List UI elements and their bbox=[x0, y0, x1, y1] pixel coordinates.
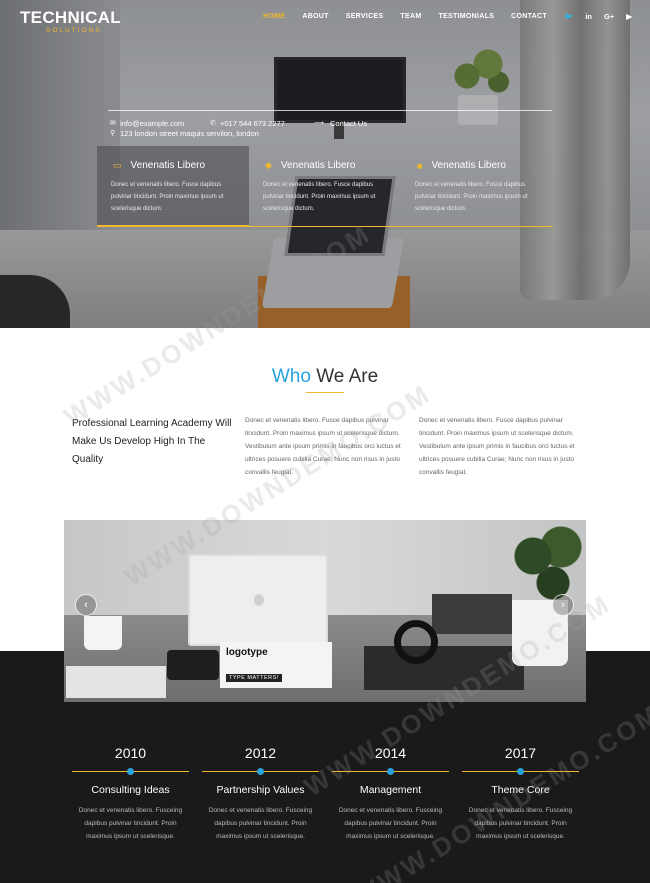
slider-prev-button[interactable]: ‹ bbox=[75, 594, 97, 616]
laptop-icon: ▭ bbox=[113, 160, 122, 170]
title-rest: We Are bbox=[316, 366, 379, 387]
feature-title: Venenatis Libero bbox=[130, 160, 206, 171]
feature-title-row: ■ Venenatis Libero bbox=[417, 160, 553, 171]
timeline-item-1: 2010 Consulting Ideas Donec et venenatis… bbox=[72, 745, 189, 843]
feature-text: Donec et venenatis libero. Fusce dapibus… bbox=[415, 182, 528, 212]
feature-card-2[interactable]: ◆ Venenatis Libero Donec et venenatis li… bbox=[249, 146, 401, 227]
arrow-right-icon: ⟶ bbox=[314, 120, 325, 127]
twitter-icon[interactable]: 🐦 bbox=[564, 12, 573, 21]
section-title-who-we-are: Who We Are bbox=[0, 366, 650, 388]
nav-services[interactable]: SERVICES bbox=[346, 13, 384, 20]
contact-phone-row[interactable]: ✆ +017 544 673 2277 bbox=[210, 118, 285, 128]
about-lead-text: Professional Learning Academy Will Make … bbox=[72, 418, 232, 465]
slide-cup-image bbox=[84, 616, 122, 650]
timeline-year: 2010 bbox=[114, 745, 147, 761]
nav-contact[interactable]: CONTACT bbox=[511, 13, 547, 20]
timeline-text: Donec et venenatis libero. Fusceing dapi… bbox=[468, 807, 573, 840]
timeline-dot bbox=[387, 768, 394, 775]
slide-books-image bbox=[432, 594, 512, 634]
timeline-year: 2012 bbox=[244, 745, 277, 761]
feature-title-row: ◆ Venenatis Libero bbox=[265, 160, 401, 171]
contact-phone[interactable]: +017 544 673 2277 bbox=[220, 119, 285, 128]
google-plus-icon[interactable]: G+ bbox=[604, 12, 614, 21]
timeline-title: Partnership Values bbox=[216, 784, 305, 796]
slide-plant-image bbox=[509, 520, 586, 610]
contact-us-link[interactable]: ⟶ Contact Us bbox=[314, 118, 367, 128]
cube-icon: ■ bbox=[417, 160, 423, 171]
main-nav: HOME ABOUT SERVICES TEAM TESTIMONIALS CO… bbox=[246, 12, 632, 21]
timeline-dot bbox=[127, 768, 134, 775]
diamond-icon: ◆ bbox=[265, 160, 272, 170]
timeline-bar bbox=[202, 768, 319, 775]
image-slider[interactable]: logotype TYPE MATTERS! bbox=[64, 520, 586, 702]
chevron-right-icon: › bbox=[561, 599, 565, 611]
feature-text: Donec et venenatis libero. Fusce dapibus… bbox=[263, 182, 376, 212]
slide-camera-image bbox=[167, 650, 219, 680]
feature-title-row: ▭ Venenatis Libero bbox=[113, 160, 249, 171]
contact-address: 123 london street maquis servilon, londo… bbox=[120, 128, 259, 138]
timeline-text: Donec et venenatis libero. Fusceing dapi… bbox=[208, 807, 313, 840]
contact-divider bbox=[108, 110, 552, 111]
timeline-dot bbox=[517, 768, 524, 775]
feature-title: Venenatis Libero bbox=[431, 160, 506, 171]
book-subtitle: TYPE MATTERS! bbox=[226, 674, 282, 682]
feature-title: Venenatis Libero bbox=[280, 160, 356, 171]
envelope-icon: ✉ bbox=[110, 120, 116, 127]
about-column-2: Donec et venenatis libero. Fusce dapibus… bbox=[419, 417, 575, 476]
logo-tagline: SOLUTIONS bbox=[46, 27, 102, 34]
apple-logo-icon bbox=[254, 594, 264, 606]
timeline-item-4: 2017 Theme Core Donec et venenatis liber… bbox=[462, 745, 579, 843]
timeline-year: 2017 bbox=[504, 745, 537, 761]
timeline-bar bbox=[332, 768, 449, 775]
feature-card-1[interactable]: ▭ Venenatis Libero Donec et venenatis li… bbox=[97, 146, 249, 227]
timeline-item-2: 2012 Partnership Values Donec et venenat… bbox=[202, 745, 319, 843]
feature-card-3[interactable]: ■ Venenatis Libero Donec et venenatis li… bbox=[401, 146, 553, 227]
phone-icon: ✆ bbox=[210, 120, 216, 127]
timeline-text: Donec et venenatis libero. Fusceing dapi… bbox=[78, 807, 183, 840]
slide-desk-mat bbox=[364, 646, 524, 690]
slide-notebook-image bbox=[66, 666, 166, 698]
map-marker-icon: ⚲ bbox=[110, 130, 116, 137]
contact-bar: ✉ info@example.com ⚲ 123 london street m… bbox=[110, 118, 367, 138]
contact-us-label: Contact Us bbox=[330, 118, 368, 128]
timeline-title: Management bbox=[359, 784, 422, 796]
logo-brand-name: TECHNICAL bbox=[20, 8, 121, 27]
title-accent: Who bbox=[271, 366, 311, 387]
title-underline bbox=[306, 392, 344, 393]
timeline-bar bbox=[72, 768, 189, 775]
nav-about[interactable]: ABOUT bbox=[302, 13, 328, 20]
about-column-1: Donec et venenatis libero. Fusce dapibus… bbox=[245, 417, 401, 476]
contact-email[interactable]: info@example.com bbox=[120, 119, 184, 128]
timeline-bar bbox=[462, 768, 579, 775]
timeline-text: Donec et venenatis libero. Fusceing dapi… bbox=[338, 807, 443, 840]
nav-home[interactable]: HOME bbox=[263, 13, 285, 20]
slide-book-logotype: logotype TYPE MATTERS! bbox=[220, 642, 332, 688]
nav-team[interactable]: TEAM bbox=[400, 13, 421, 20]
nav-testimonials[interactable]: TESTIMONIALS bbox=[438, 13, 494, 20]
chevron-left-icon: ‹ bbox=[84, 599, 88, 611]
book-title: logotype bbox=[226, 647, 268, 658]
slide-headphones-image bbox=[394, 620, 438, 664]
feature-text: Donec et venenatis libero. Fusce dapibus… bbox=[111, 182, 224, 212]
timeline-title: Consulting Ideas bbox=[91, 784, 170, 796]
linkedin-icon[interactable]: in bbox=[585, 12, 592, 21]
timeline-year: 2014 bbox=[374, 745, 407, 761]
site-logo[interactable]: TECHNICAL SOLUTIONS bbox=[20, 8, 121, 34]
youtube-icon[interactable]: ▶ bbox=[626, 12, 632, 21]
timeline-item-3: 2014 Management Donec et venenatis liber… bbox=[332, 745, 449, 843]
slider-next-button[interactable]: › bbox=[552, 594, 574, 616]
contact-address-row: ⚲ 123 london street maquis servilon, lon… bbox=[110, 128, 259, 138]
timeline-dot bbox=[257, 768, 264, 775]
timeline-title: Theme Core bbox=[491, 784, 550, 796]
